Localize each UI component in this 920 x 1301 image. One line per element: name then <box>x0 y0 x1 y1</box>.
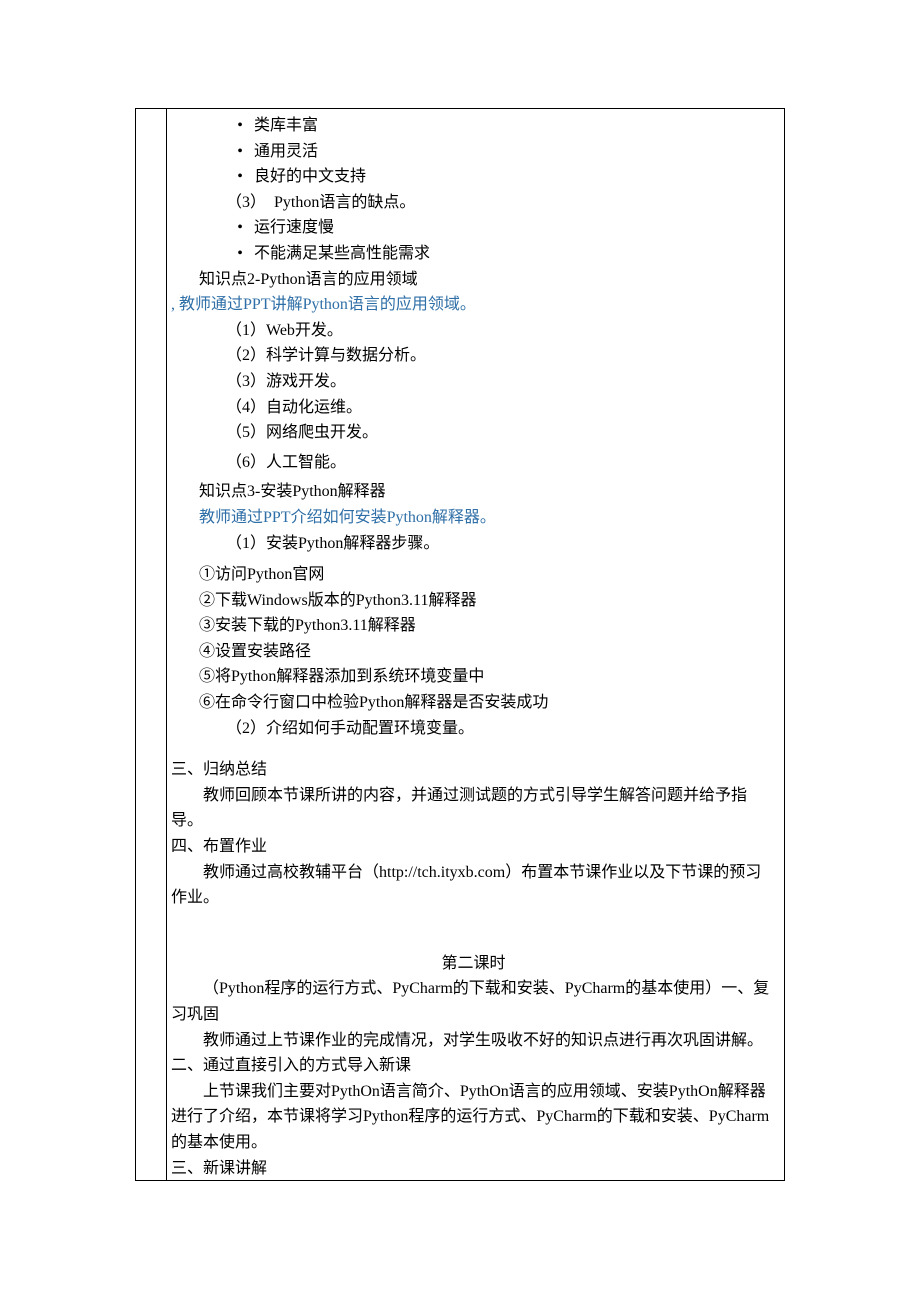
bullet-text: 良好的中文支持 <box>254 168 366 185</box>
step-item: ③安装下载的Python3.11解释器 <box>171 613 776 639</box>
knowledge-point-title: 知识点3-安装Python解释器 <box>171 479 776 505</box>
list-item: （2）科学计算与数据分析。 <box>171 343 776 369</box>
section-title: 四、布置作业 <box>171 834 776 860</box>
content-body: •类库丰富 •通用灵活 •良好的中文支持 （3） Python语言的缺点。 •运… <box>167 109 784 1180</box>
bullet-item: •通用灵活 <box>171 139 776 165</box>
spacer <box>171 741 776 757</box>
teacher-note: , 教师通过PPT讲解Python语言的应用领域。 <box>171 292 776 318</box>
env-note: （2）介绍如何手动配置环境变量。 <box>171 716 776 742</box>
left-column <box>136 109 167 1181</box>
step-item: ②下载Windows版本的Python3.11解释器 <box>171 588 776 614</box>
bullet-text: 类库丰富 <box>254 117 318 134</box>
section-title-cut: 三、新课讲解 <box>171 1156 776 1176</box>
numbered-item: （3） Python语言的缺点。 <box>171 190 776 216</box>
lesson-intro: （Python程序的运行方式、PyCharm的下载和安装、PyCharm的基本使… <box>171 976 776 1027</box>
section-body: 教师通过高校教辅平台（http://tch.ityxb.com）布置本节课作业以… <box>171 860 776 911</box>
bullet-text: 不能满足某些高性能需求 <box>254 245 430 262</box>
lesson-title: 第二课时 <box>171 951 776 977</box>
knowledge-point-title: 知识点2-Python语言的应用领域 <box>171 267 776 293</box>
lesson-review: 教师通过上节课作业的完成情况，对学生吸收不好的知识点进行再次巩固讲解。 <box>171 1028 776 1054</box>
content-column: •类库丰富 •通用灵活 •良好的中文支持 （3） Python语言的缺点。 •运… <box>167 109 785 1181</box>
bullet-text: 通用灵活 <box>254 143 318 160</box>
step-label: （1）安装Python解释器步骤。 <box>171 531 776 557</box>
bullet-text: 运行速度慢 <box>254 219 334 236</box>
list-item: （6）人工智能。 <box>171 450 776 476</box>
section-body: 上节课我们主要对PythOn语言简介、PythOn语言的应用领域、安装PythO… <box>171 1079 776 1156</box>
section-body: 教师回顾本节课所讲的内容，并通过测试题的方式引导学生解答问题并给予指导。 <box>171 783 776 834</box>
teacher-note: 教师通过PPT介绍如何安装Python解释器。 <box>171 505 776 531</box>
step-item: ④设置安装路径 <box>171 639 776 665</box>
list-item: （3）游戏开发。 <box>171 369 776 395</box>
list-item: （5）网络爬虫开发。 <box>171 420 776 446</box>
bullet-item: •运行速度慢 <box>171 215 776 241</box>
section-title: 三、归纳总结 <box>171 757 776 783</box>
page: •类库丰富 •通用灵活 •良好的中文支持 （3） Python语言的缺点。 •运… <box>0 0 920 1301</box>
bullet-item: •不能满足某些高性能需求 <box>171 241 776 267</box>
document-table: •类库丰富 •通用灵活 •良好的中文支持 （3） Python语言的缺点。 •运… <box>135 108 785 1181</box>
bullet-item: •良好的中文支持 <box>171 164 776 190</box>
spacer <box>171 911 776 951</box>
section-title: 二、通过直接引入的方式导入新课 <box>171 1053 776 1079</box>
step-item: ⑤将Python解释器添加到系统环境变量中 <box>171 664 776 690</box>
list-item: （4）自动化运维。 <box>171 395 776 421</box>
step-item: ⑥在命令行窗口中检验Python解释器是否安装成功 <box>171 690 776 716</box>
list-item: （1）Web开发。 <box>171 318 776 344</box>
step-item: ①访问Python官网 <box>171 562 776 588</box>
bullet-item: •类库丰富 <box>171 113 776 139</box>
